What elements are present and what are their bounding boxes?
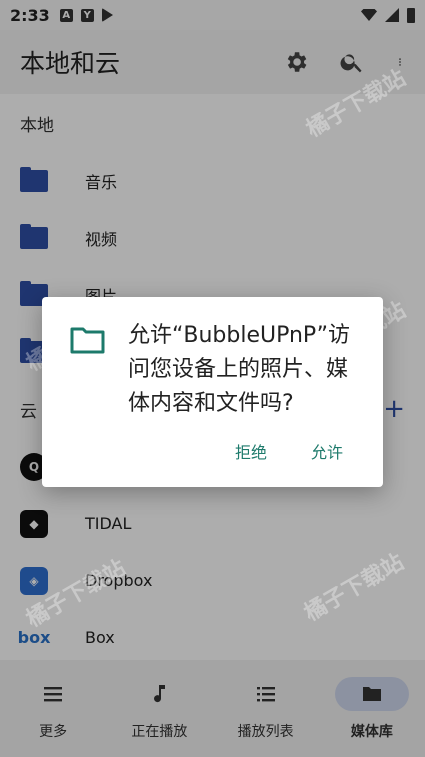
deny-button[interactable]: 拒绝 — [235, 439, 267, 463]
folder-outline-icon — [70, 327, 105, 354]
permission-dialog: 允许“BubbleUPnP”访问您设备上的照片、媒体内容和文件吗? 拒绝 允许 — [42, 297, 383, 487]
dialog-title: 允许“BubbleUPnP”访问您设备上的照片、媒体内容和文件吗? — [128, 323, 351, 416]
allow-button[interactable]: 允许 — [311, 439, 343, 463]
